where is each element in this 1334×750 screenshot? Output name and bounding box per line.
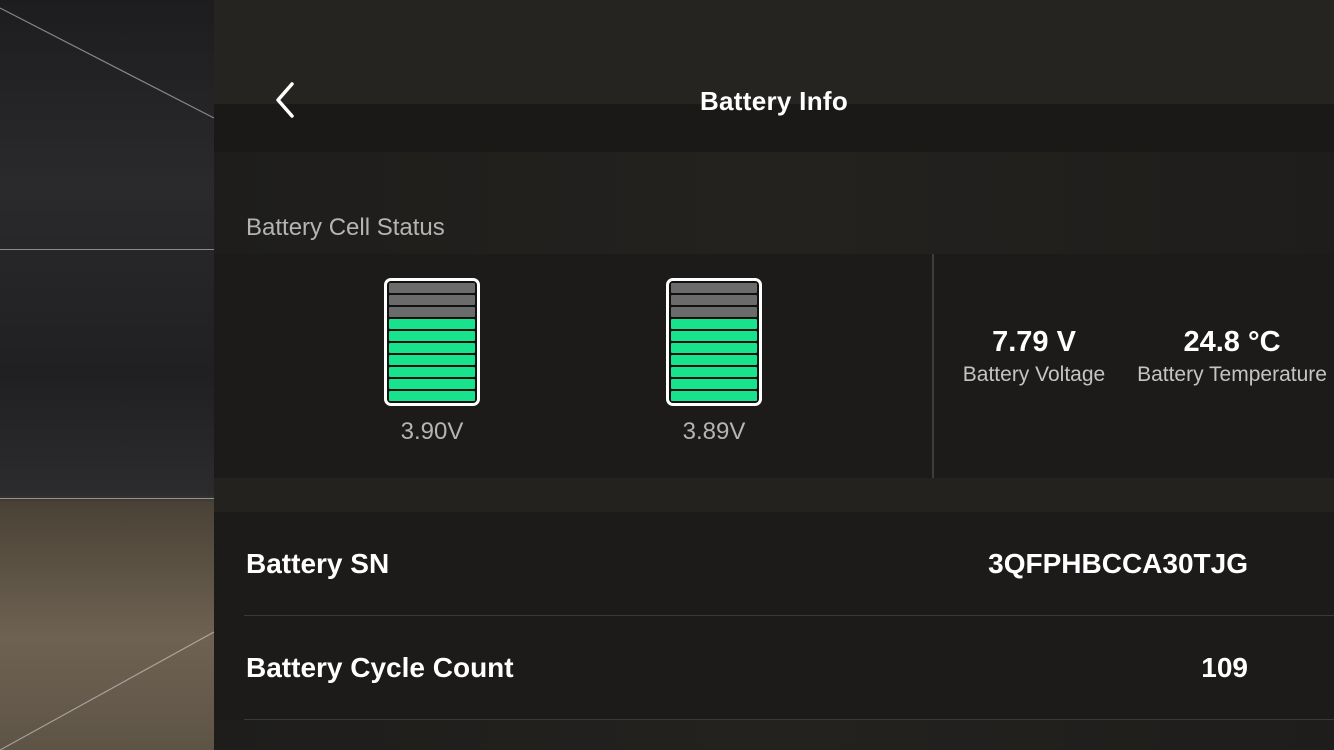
cell-segment-charged	[389, 367, 475, 377]
section-gap	[214, 478, 1334, 512]
cell-segment-charged	[671, 319, 757, 329]
battery-cycle-count-row: Battery Cycle Count 109	[214, 616, 1334, 720]
battery-temperature-value: 24.8 °C	[1183, 326, 1281, 358]
cell-segment-charged	[671, 379, 757, 389]
cell-segment-charged	[671, 331, 757, 341]
cell-segment-charged	[671, 343, 757, 353]
cell-segment-empty	[671, 295, 757, 305]
battery-cycle-count-label: Battery Cycle Count	[246, 652, 514, 683]
cell-voltage: 3.90V	[400, 418, 464, 445]
cell-segment-charged	[389, 343, 475, 353]
cell-gauge	[384, 278, 480, 406]
cell-segment-charged	[389, 331, 475, 341]
battery-temperature-label: Battery Temperature	[1137, 363, 1327, 386]
cell-gauge	[666, 278, 762, 406]
cell-status-label: Battery Cell Status	[246, 214, 445, 241]
battery-sn-row: Battery SN 3QFPHBCCA30TJG	[214, 512, 1334, 616]
row-divider	[244, 719, 1334, 720]
cell-segment-empty	[389, 283, 475, 293]
cell-segment-charged	[389, 319, 475, 329]
cell-status-card: 3.90V 3.89V 7.79 V Battery Voltage 24.8 …	[214, 254, 1334, 478]
cell-segment-charged	[389, 355, 475, 365]
battery-sn-label: Battery SN	[246, 548, 390, 579]
grid-line	[0, 498, 214, 499]
cell-segment-charged	[389, 391, 475, 401]
grid-line	[0, 249, 214, 250]
camera-feed	[0, 0, 214, 750]
cell-segment-empty	[671, 307, 757, 317]
cell-voltage: 3.89V	[682, 418, 746, 445]
cell-segment-charged	[671, 367, 757, 377]
cell-segment-empty	[671, 283, 757, 293]
battery-voltage-label: Battery Voltage	[962, 363, 1106, 386]
battery-info-panel: Battery Info Battery Cell Status 3.90V 3…	[214, 0, 1334, 750]
battery-voltage-value: 7.79 V	[992, 326, 1076, 358]
cell-segment-charged	[671, 355, 757, 365]
battery-cell-1: 3.90V	[384, 278, 480, 446]
camera-grid-lines	[0, 7, 214, 750]
cell-segment-charged	[389, 379, 475, 389]
battery-temperature-stat: 24.8 °C Battery Temperature	[1132, 326, 1332, 387]
cell-segment-charged	[671, 391, 757, 401]
cell-segment-empty	[389, 295, 475, 305]
battery-cycle-count-value: 109	[1201, 652, 1248, 683]
battery-voltage-stat: 7.79 V Battery Voltage	[958, 326, 1110, 387]
battery-sn-value: 3QFPHBCCA30TJG	[988, 548, 1248, 579]
divider	[932, 254, 934, 478]
page-title: Battery Info	[699, 86, 849, 116]
cell-segment-empty	[389, 307, 475, 317]
battery-cell-2: 3.89V	[666, 278, 762, 446]
